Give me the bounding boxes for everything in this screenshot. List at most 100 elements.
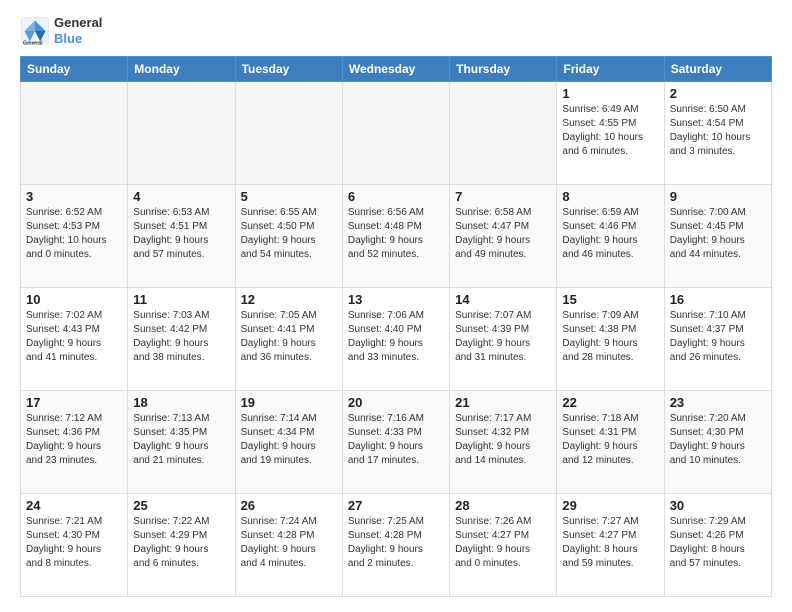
calendar-cell: 20 Sunrise: 7:16 AMSunset: 4:33 PMDayligh…: [342, 391, 449, 494]
calendar-cell: 15 Sunrise: 7:09 AMSunset: 4:38 PMDayligh…: [557, 288, 664, 391]
day-info: Sunrise: 7:05 AMSunset: 4:41 PMDaylight:…: [241, 309, 337, 365]
day-number: 25: [133, 498, 229, 513]
day-number: 23: [670, 395, 766, 410]
day-number: 26: [241, 498, 337, 513]
calendar-cell: 4 Sunrise: 6:53 AMSunset: 4:51 PMDaylight…: [128, 185, 235, 288]
day-info: Sunrise: 7:25 AMSunset: 4:28 PMDaylight:…: [348, 515, 444, 571]
day-info: Sunrise: 7:26 AMSunset: 4:27 PMDaylight:…: [455, 515, 551, 571]
day-info: Sunrise: 7:00 AMSunset: 4:45 PMDaylight:…: [670, 206, 766, 262]
calendar-cell: 23 Sunrise: 7:20 AMSunset: 4:30 PMDayligh…: [664, 391, 771, 494]
page: General General Blue SundayMondayTuesday…: [0, 0, 792, 612]
day-info: Sunrise: 7:22 AMSunset: 4:29 PMDaylight:…: [133, 515, 229, 571]
calendar-cell: 7Sunrise: 6:58 AMSunset: 4:47 PMDaylight…: [450, 185, 557, 288]
day-info: Sunrise: 6:58 AMSunset: 4:47 PMDaylight:…: [455, 206, 551, 262]
day-number: 11: [133, 292, 229, 307]
calendar-cell: [342, 82, 449, 185]
calendar-cell: 6 Sunrise: 6:56 AMSunset: 4:48 PMDaylight…: [342, 185, 449, 288]
day-number: 28: [455, 498, 551, 513]
calendar-cell: 25 Sunrise: 7:22 AMSunset: 4:29 PMDayligh…: [128, 494, 235, 597]
day-number: 20: [348, 395, 444, 410]
day-number: 15: [562, 292, 658, 307]
day-number: 4: [133, 189, 229, 204]
calendar-header-monday: Monday: [128, 57, 235, 82]
calendar-cell: [450, 82, 557, 185]
calendar-header-sunday: Sunday: [21, 57, 128, 82]
day-info: Sunrise: 6:50 AMSunset: 4:54 PMDaylight:…: [670, 103, 766, 159]
day-number: 1: [562, 86, 658, 101]
calendar-cell: [235, 82, 342, 185]
day-number: 19: [241, 395, 337, 410]
calendar-cell: 24 Sunrise: 7:21 AMSunset: 4:30 PMDayligh…: [21, 494, 128, 597]
svg-text:General: General: [23, 40, 43, 46]
calendar-cell: 28 Sunrise: 7:26 AMSunset: 4:27 PMDayligh…: [450, 494, 557, 597]
day-info: Sunrise: 7:24 AMSunset: 4:28 PMDaylight:…: [241, 515, 337, 571]
calendar-cell: [128, 82, 235, 185]
calendar-cell: 21 Sunrise: 7:17 AMSunset: 4:32 PMDayligh…: [450, 391, 557, 494]
day-info: Sunrise: 6:49 AMSunset: 4:55 PMDaylight:…: [562, 103, 658, 159]
day-number: 24: [26, 498, 122, 513]
calendar-week-3: 10Sunrise: 7:02 AMSunset: 4:43 PMDayligh…: [21, 288, 772, 391]
calendar-cell: 19Sunrise: 7:14 AMSunset: 4:34 PMDayligh…: [235, 391, 342, 494]
calendar-week-4: 17 Sunrise: 7:12 AMSunset: 4:36 PMDayligh…: [21, 391, 772, 494]
day-info: Sunrise: 7:06 AMSunset: 4:40 PMDaylight:…: [348, 309, 444, 365]
calendar-cell: 8 Sunrise: 6:59 AMSunset: 4:46 PMDaylight…: [557, 185, 664, 288]
day-number: 29: [562, 498, 658, 513]
day-info: Sunrise: 7:20 AMSunset: 4:30 PMDaylight:…: [670, 412, 766, 468]
day-info: Sunrise: 7:29 AMSunset: 4:26 PMDaylight:…: [670, 515, 766, 571]
day-info: Sunrise: 7:07 AMSunset: 4:39 PMDaylight:…: [455, 309, 551, 365]
day-number: 5: [241, 189, 337, 204]
calendar-cell: 18 Sunrise: 7:13 AMSunset: 4:35 PMDayligh…: [128, 391, 235, 494]
day-info: Sunrise: 7:02 AMSunset: 4:43 PMDaylight:…: [26, 309, 122, 365]
calendar-cell: 2 Sunrise: 6:50 AMSunset: 4:54 PMDaylight…: [664, 82, 771, 185]
calendar-cell: 22 Sunrise: 7:18 AMSunset: 4:31 PMDayligh…: [557, 391, 664, 494]
calendar-cell: 29Sunrise: 7:27 AMSunset: 4:27 PMDayligh…: [557, 494, 664, 597]
calendar-cell: 14 Sunrise: 7:07 AMSunset: 4:39 PMDayligh…: [450, 288, 557, 391]
day-info: Sunrise: 7:13 AMSunset: 4:35 PMDaylight:…: [133, 412, 229, 468]
header: General General Blue: [20, 15, 772, 46]
calendar-cell: 30 Sunrise: 7:29 AMSunset: 4:26 PMDayligh…: [664, 494, 771, 597]
calendar-header-row: SundayMondayTuesdayWednesdayThursdayFrid…: [21, 57, 772, 82]
day-info: Sunrise: 6:53 AMSunset: 4:51 PMDaylight:…: [133, 206, 229, 262]
day-info: Sunrise: 7:16 AMSunset: 4:33 PMDaylight:…: [348, 412, 444, 468]
day-number: 14: [455, 292, 551, 307]
day-number: 12: [241, 292, 337, 307]
day-number: 17: [26, 395, 122, 410]
logo-icon: General: [20, 16, 50, 46]
calendar-cell: 27 Sunrise: 7:25 AMSunset: 4:28 PMDayligh…: [342, 494, 449, 597]
day-info: Sunrise: 7:18 AMSunset: 4:31 PMDaylight:…: [562, 412, 658, 468]
day-number: 13: [348, 292, 444, 307]
day-number: 3: [26, 189, 122, 204]
calendar-cell: 9 Sunrise: 7:00 AMSunset: 4:45 PMDaylight…: [664, 185, 771, 288]
day-info: Sunrise: 7:09 AMSunset: 4:38 PMDaylight:…: [562, 309, 658, 365]
day-info: Sunrise: 7:17 AMSunset: 4:32 PMDaylight:…: [455, 412, 551, 468]
calendar-cell: 5Sunrise: 6:55 AMSunset: 4:50 PMDaylight…: [235, 185, 342, 288]
calendar-cell: 16Sunrise: 7:10 AMSunset: 4:37 PMDayligh…: [664, 288, 771, 391]
calendar-cell: 26 Sunrise: 7:24 AMSunset: 4:28 PMDayligh…: [235, 494, 342, 597]
calendar-cell: 10Sunrise: 7:02 AMSunset: 4:43 PMDayligh…: [21, 288, 128, 391]
day-number: 2: [670, 86, 766, 101]
day-number: 6: [348, 189, 444, 204]
day-info: Sunrise: 6:59 AMSunset: 4:46 PMDaylight:…: [562, 206, 658, 262]
calendar-header-tuesday: Tuesday: [235, 57, 342, 82]
day-info: Sunrise: 7:03 AMSunset: 4:42 PMDaylight:…: [133, 309, 229, 365]
day-info: Sunrise: 7:21 AMSunset: 4:30 PMDaylight:…: [26, 515, 122, 571]
calendar-cell: 13 Sunrise: 7:06 AMSunset: 4:40 PMDayligh…: [342, 288, 449, 391]
calendar-cell: 3Sunrise: 6:52 AMSunset: 4:53 PMDaylight…: [21, 185, 128, 288]
calendar-week-5: 24 Sunrise: 7:21 AMSunset: 4:30 PMDayligh…: [21, 494, 772, 597]
day-number: 21: [455, 395, 551, 410]
day-number: 9: [670, 189, 766, 204]
calendar-header-thursday: Thursday: [450, 57, 557, 82]
logo: General General Blue: [20, 15, 102, 46]
day-number: 22: [562, 395, 658, 410]
calendar-week-2: 3Sunrise: 6:52 AMSunset: 4:53 PMDaylight…: [21, 185, 772, 288]
calendar-header-friday: Friday: [557, 57, 664, 82]
day-info: Sunrise: 7:12 AMSunset: 4:36 PMDaylight:…: [26, 412, 122, 468]
day-number: 18: [133, 395, 229, 410]
day-info: Sunrise: 6:56 AMSunset: 4:48 PMDaylight:…: [348, 206, 444, 262]
calendar-table: SundayMondayTuesdayWednesdayThursdayFrid…: [20, 56, 772, 597]
day-number: 8: [562, 189, 658, 204]
calendar-header-wednesday: Wednesday: [342, 57, 449, 82]
calendar-cell: 1 Sunrise: 6:49 AMSunset: 4:55 PMDaylight…: [557, 82, 664, 185]
day-number: 30: [670, 498, 766, 513]
day-number: 27: [348, 498, 444, 513]
